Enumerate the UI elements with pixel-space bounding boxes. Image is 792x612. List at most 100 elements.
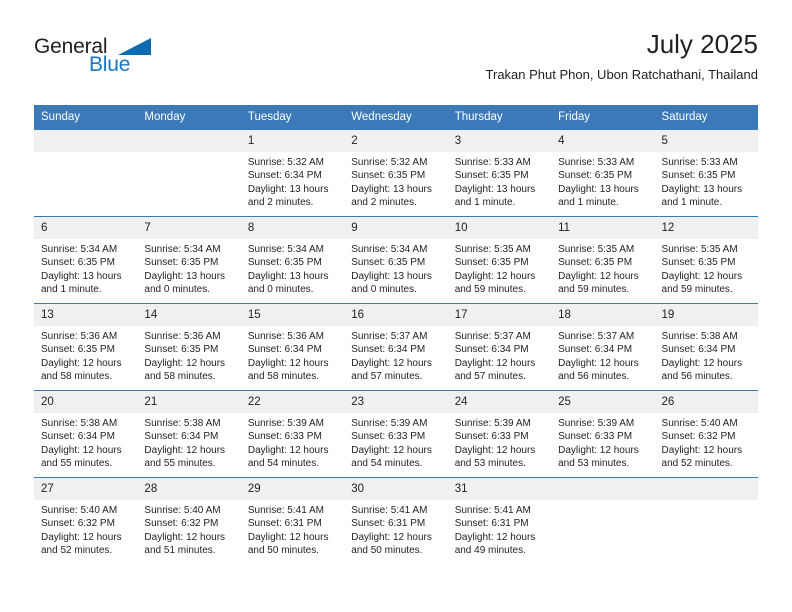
day-number: 18 bbox=[551, 304, 655, 326]
day-number: 20 bbox=[34, 391, 138, 413]
calendar-day-cell[interactable]: 4 Sunrise: 5:33 AM Sunset: 6:35 PM Daylight… bbox=[551, 129, 655, 217]
day-number: 13 bbox=[34, 304, 138, 326]
calendar-day-cell-empty bbox=[551, 477, 655, 564]
day-details: Sunrise: 5:38 AM Sunset: 6:34 PM Daylight:… bbox=[137, 413, 240, 470]
calendar-day-cell[interactable]: 5 Sunrise: 5:33 AM Sunset: 6:35 PM Daylight… bbox=[654, 129, 758, 217]
day-detail-line: Daylight: 12 hours bbox=[144, 444, 226, 456]
day-number: 6 bbox=[34, 217, 138, 239]
day-details: Sunrise: 5:32 AM Sunset: 6:34 PM Daylight:… bbox=[241, 152, 344, 209]
day-details: Sunrise: 5:40 AM Sunset: 6:32 PM Daylight:… bbox=[34, 500, 137, 557]
day-detail-line: Daylight: 12 hours bbox=[144, 531, 226, 543]
day-details: Sunrise: 5:40 AM Sunset: 6:32 PM Daylight:… bbox=[137, 500, 240, 557]
day-number: 11 bbox=[551, 217, 655, 239]
calendar-day-cell[interactable]: 31 Sunrise: 5:41 AM Sunset: 6:31 PM Dayligh… bbox=[447, 477, 552, 564]
day-details: Sunrise: 5:35 AM Sunset: 6:35 PM Daylight:… bbox=[655, 239, 758, 296]
day-detail-line: Daylight: 12 hours bbox=[41, 357, 122, 369]
day-details: Sunrise: 5:33 AM Sunset: 6:35 PM Daylight:… bbox=[551, 152, 654, 209]
calendar-day-cell[interactable]: 17 Sunrise: 5:37 AM Sunset: 6:34 PM Dayligh… bbox=[447, 303, 552, 391]
calendar-day-cell[interactable]: 16 Sunrise: 5:37 AM Sunset: 6:34 PM Dayligh… bbox=[344, 303, 448, 391]
day-detail-line: Sunrise: 5:35 AM bbox=[661, 244, 738, 255]
day-detail-line: Sunset: 6:34 PM bbox=[41, 431, 115, 443]
day-detail-line: Daylight: 12 hours bbox=[41, 531, 122, 543]
calendar-day-cell[interactable]: 8 Sunrise: 5:34 AM Sunset: 6:35 PM Daylight… bbox=[240, 216, 345, 304]
day-detail-line: Sunrise: 5:40 AM bbox=[661, 418, 738, 429]
calendar-day-cell[interactable]: 7 Sunrise: 5:34 AM Sunset: 6:35 PM Daylight… bbox=[137, 216, 241, 304]
day-details bbox=[34, 152, 137, 156]
general-blue-logo[interactable]: General Blue bbox=[34, 36, 152, 82]
day-detail-line: Sunrise: 5:41 AM bbox=[247, 505, 324, 516]
day-number: 3 bbox=[447, 130, 552, 152]
day-detail-line: and 0 minutes. bbox=[144, 283, 211, 295]
day-details: Sunrise: 5:34 AM Sunset: 6:35 PM Daylight:… bbox=[241, 239, 344, 296]
calendar-day-cell[interactable]: 18 Sunrise: 5:37 AM Sunset: 6:34 PM Dayligh… bbox=[551, 303, 655, 391]
day-detail-line: Sunrise: 5:34 AM bbox=[41, 244, 118, 255]
day-number bbox=[654, 478, 758, 500]
calendar-day-cell[interactable]: 23 Sunrise: 5:39 AM Sunset: 6:33 PM Dayligh… bbox=[344, 390, 448, 478]
day-detail-line: Sunrise: 5:33 AM bbox=[558, 157, 635, 168]
calendar-day-cell[interactable]: 14 Sunrise: 5:36 AM Sunset: 6:35 PM Dayligh… bbox=[137, 303, 241, 391]
day-details: Sunrise: 5:41 AM Sunset: 6:31 PM Daylight:… bbox=[241, 500, 344, 557]
calendar-day-cell[interactable]: 29 Sunrise: 5:41 AM Sunset: 6:31 PM Dayligh… bbox=[240, 477, 345, 564]
day-number: 22 bbox=[240, 391, 345, 413]
day-detail-line: Daylight: 12 hours bbox=[41, 444, 122, 456]
day-detail-line: and 58 minutes. bbox=[41, 370, 113, 382]
page-header: General Blue July 2025 Trakan Phut Phon,… bbox=[34, 28, 758, 100]
day-detail-line: and 59 minutes. bbox=[558, 283, 630, 295]
weekday-header-monday: Monday bbox=[137, 105, 241, 130]
day-detail-line: Sunset: 6:35 PM bbox=[558, 170, 633, 182]
calendar-day-cell[interactable]: 15 Sunrise: 5:36 AM Sunset: 6:34 PM Dayligh… bbox=[240, 303, 345, 391]
day-detail-line: Daylight: 13 hours bbox=[454, 183, 536, 195]
calendar-day-cell[interactable]: 22 Sunrise: 5:39 AM Sunset: 6:33 PM Dayligh… bbox=[240, 390, 345, 478]
calendar-day-cell[interactable]: 12 Sunrise: 5:35 AM Sunset: 6:35 PM Dayligh… bbox=[654, 216, 758, 304]
calendar-table: Sunday Monday Tuesday Wednesday Thursday… bbox=[34, 105, 758, 564]
day-detail-line: Sunrise: 5:33 AM bbox=[454, 157, 531, 168]
day-detail-line: Sunset: 6:34 PM bbox=[661, 344, 736, 356]
day-details: Sunrise: 5:41 AM Sunset: 6:31 PM Daylight:… bbox=[344, 500, 447, 557]
day-detail-line: Sunrise: 5:34 AM bbox=[144, 244, 221, 255]
calendar-day-cell[interactable]: 19 Sunrise: 5:38 AM Sunset: 6:34 PM Dayligh… bbox=[654, 303, 758, 391]
day-detail-line: Sunset: 6:35 PM bbox=[454, 257, 529, 269]
calendar-day-cell[interactable]: 21 Sunrise: 5:38 AM Sunset: 6:34 PM Dayligh… bbox=[137, 390, 241, 478]
day-detail-line: Sunrise: 5:32 AM bbox=[247, 157, 324, 168]
day-detail-line: Sunset: 6:35 PM bbox=[41, 344, 115, 356]
day-number: 14 bbox=[137, 304, 241, 326]
day-detail-line: Sunset: 6:34 PM bbox=[247, 170, 322, 182]
day-detail-line: Sunset: 6:33 PM bbox=[558, 431, 633, 443]
calendar-day-cell[interactable]: 28 Sunrise: 5:40 AM Sunset: 6:32 PM Dayligh… bbox=[137, 477, 241, 564]
calendar-day-cell[interactable]: 20 Sunrise: 5:38 AM Sunset: 6:34 PM Dayligh… bbox=[34, 390, 138, 478]
calendar-day-cell[interactable]: 26 Sunrise: 5:40 AM Sunset: 6:32 PM Dayligh… bbox=[654, 390, 758, 478]
day-details: Sunrise: 5:38 AM Sunset: 6:34 PM Daylight:… bbox=[655, 326, 758, 383]
day-detail-line: Daylight: 12 hours bbox=[558, 270, 639, 282]
calendar-day-cell[interactable]: 24 Sunrise: 5:39 AM Sunset: 6:33 PM Dayligh… bbox=[447, 390, 552, 478]
day-detail-line: Daylight: 12 hours bbox=[661, 357, 743, 369]
calendar-day-cell[interactable]: 10 Sunrise: 5:35 AM Sunset: 6:35 PM Dayligh… bbox=[447, 216, 552, 304]
day-detail-line: Sunrise: 5:34 AM bbox=[351, 244, 428, 255]
day-details: Sunrise: 5:37 AM Sunset: 6:34 PM Daylight:… bbox=[551, 326, 654, 383]
day-details: Sunrise: 5:41 AM Sunset: 6:31 PM Daylight:… bbox=[448, 500, 551, 557]
day-detail-line: and 0 minutes. bbox=[247, 283, 314, 295]
calendar-day-cell[interactable]: 2 Sunrise: 5:32 AM Sunset: 6:35 PM Daylight… bbox=[344, 129, 448, 217]
day-detail-line: Sunset: 6:35 PM bbox=[247, 257, 322, 269]
calendar-day-cell[interactable]: 11 Sunrise: 5:35 AM Sunset: 6:35 PM Dayligh… bbox=[551, 216, 655, 304]
calendar-week-row: 13 Sunrise: 5:36 AM Sunset: 6:35 PM Dayligh… bbox=[34, 303, 758, 391]
day-detail-line: and 1 minute. bbox=[41, 283, 102, 295]
calendar-day-cell[interactable]: 9 Sunrise: 5:34 AM Sunset: 6:35 PM Daylight… bbox=[344, 216, 448, 304]
weekday-header-friday: Friday bbox=[551, 105, 655, 130]
day-detail-line: and 58 minutes. bbox=[144, 370, 216, 382]
calendar-day-cell[interactable]: 6 Sunrise: 5:34 AM Sunset: 6:35 PM Daylight… bbox=[34, 216, 138, 304]
day-detail-line: and 50 minutes. bbox=[351, 544, 423, 556]
calendar-day-cell[interactable]: 27 Sunrise: 5:40 AM Sunset: 6:32 PM Dayligh… bbox=[34, 477, 138, 564]
day-number bbox=[137, 130, 241, 152]
calendar-day-cell[interactable]: 30 Sunrise: 5:41 AM Sunset: 6:31 PM Dayligh… bbox=[344, 477, 448, 564]
day-detail-line: Sunrise: 5:40 AM bbox=[144, 505, 221, 516]
calendar-day-cell[interactable]: 3 Sunrise: 5:33 AM Sunset: 6:35 PM Daylight… bbox=[447, 129, 552, 217]
calendar-day-cell[interactable]: 13 Sunrise: 5:36 AM Sunset: 6:35 PM Dayligh… bbox=[34, 303, 138, 391]
day-detail-line: Sunset: 6:35 PM bbox=[351, 170, 426, 182]
day-number: 21 bbox=[137, 391, 241, 413]
day-detail-line: Sunset: 6:33 PM bbox=[454, 431, 529, 443]
day-details: Sunrise: 5:39 AM Sunset: 6:33 PM Daylight:… bbox=[241, 413, 344, 470]
day-detail-line: Sunset: 6:35 PM bbox=[661, 257, 736, 269]
day-number bbox=[551, 478, 655, 500]
calendar-day-cell[interactable]: 1 Sunrise: 5:32 AM Sunset: 6:34 PM Daylight… bbox=[240, 129, 345, 217]
calendar-day-cell[interactable]: 25 Sunrise: 5:39 AM Sunset: 6:33 PM Dayligh… bbox=[551, 390, 655, 478]
